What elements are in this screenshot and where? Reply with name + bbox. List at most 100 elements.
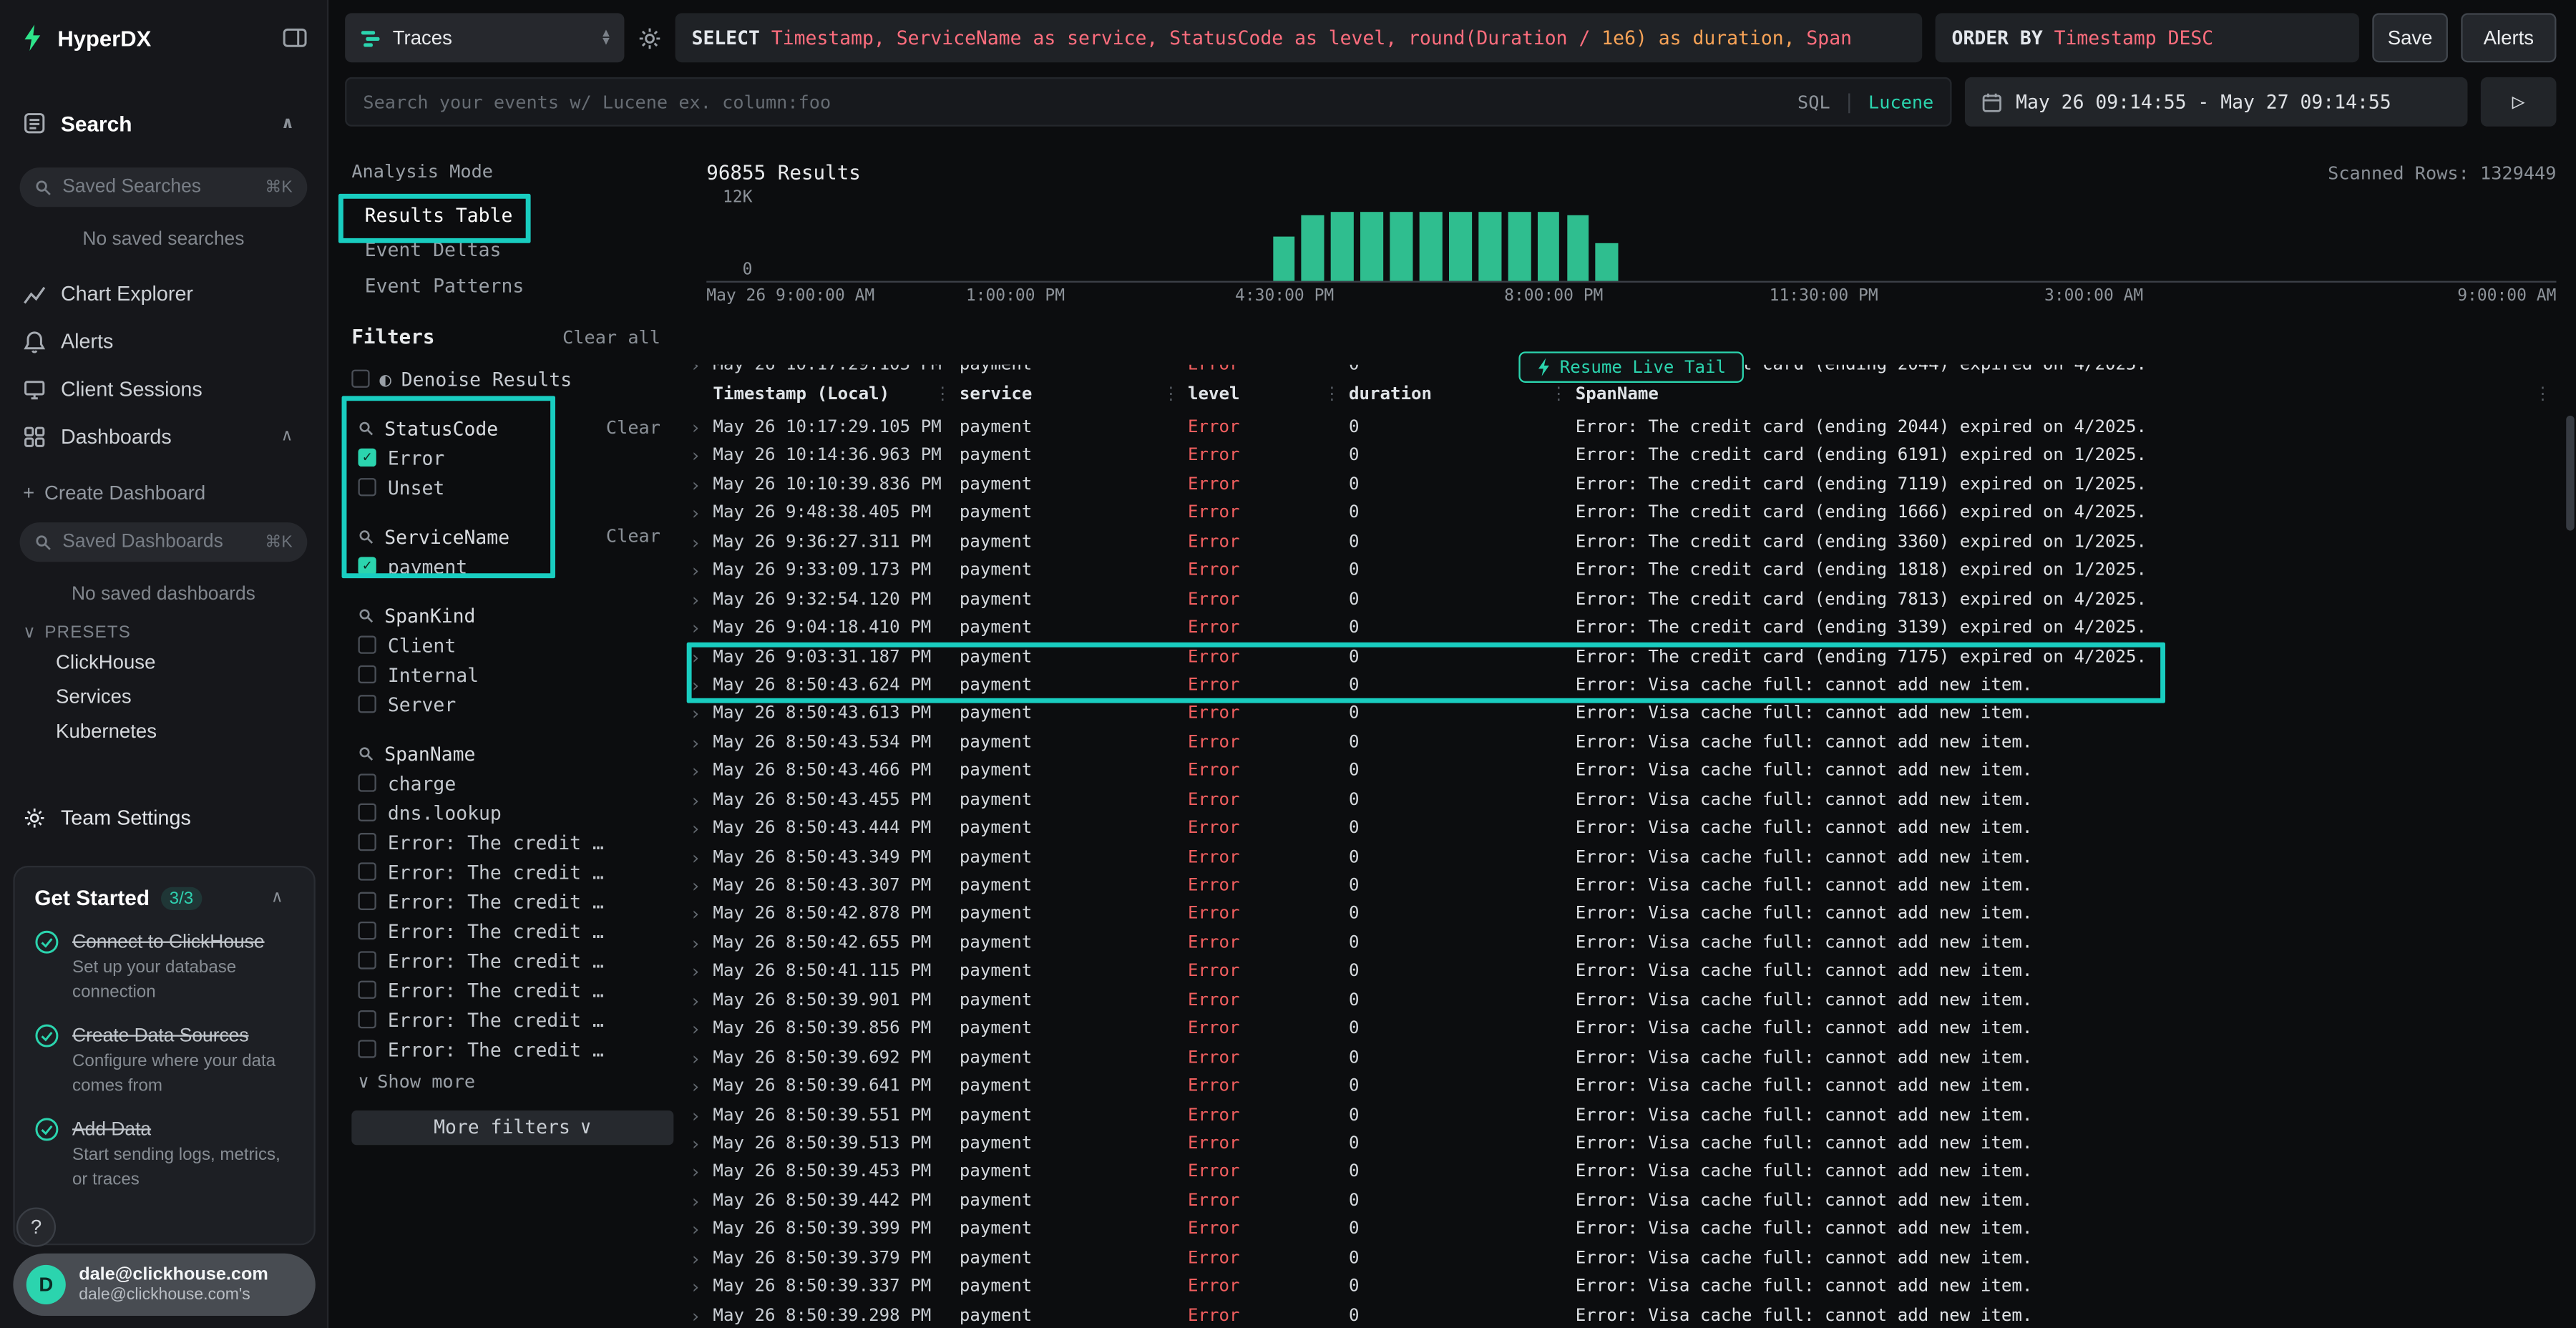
- expand-row-icon[interactable]: ›: [690, 672, 713, 700]
- sql-select-editor[interactable]: SELECT Timestamp, ServiceName as service…: [675, 13, 1923, 62]
- column-header-service[interactable]: service⋮: [960, 384, 1188, 404]
- expand-row-icon[interactable]: ›: [690, 758, 713, 786]
- filter-option[interactable]: Error: The credit card …: [351, 1005, 673, 1034]
- checkbox[interactable]: [351, 370, 369, 388]
- expand-row-icon[interactable]: ›: [690, 414, 713, 443]
- saved-dashboards-input[interactable]: Saved Dashboards ⌘K: [20, 522, 308, 562]
- checkbox[interactable]: [358, 478, 376, 496]
- table-row[interactable]: ›May 26 10:17:29.105 PMpaymentError0Erro…: [690, 414, 2560, 443]
- column-handle-icon[interactable]: ⋮: [1550, 384, 1567, 404]
- expand-row-icon[interactable]: ›: [690, 729, 713, 758]
- checkbox[interactable]: [358, 665, 376, 683]
- lucene-mode-toggle[interactable]: Lucene: [1868, 91, 1933, 112]
- expand-row-icon[interactable]: ›: [690, 987, 713, 1015]
- expand-row-icon[interactable]: ›: [690, 365, 713, 380]
- sql-mode-toggle[interactable]: SQL: [1797, 91, 1830, 112]
- expand-row-icon[interactable]: ›: [690, 929, 713, 958]
- filter-option[interactable]: Error: The credit card …: [351, 1034, 673, 1063]
- resume-live-tail-button[interactable]: Resume Live Tail: [1518, 351, 1744, 383]
- expand-row-icon[interactable]: ›: [690, 1073, 713, 1101]
- column-header-timestamp[interactable]: Timestamp (Local)⋮: [713, 384, 959, 404]
- column-header-level[interactable]: level⋮: [1188, 384, 1349, 404]
- table-row[interactable]: ›May 26 8:50:43.349 PMpaymentError0Error…: [690, 844, 2560, 872]
- filter-option[interactable]: dns.lookup: [351, 798, 673, 827]
- table-row[interactable]: ›May 26 8:50:43.613 PMpaymentError0Error…: [690, 700, 2560, 729]
- expand-row-icon[interactable]: ›: [690, 958, 713, 987]
- sql-orderby-editor[interactable]: ORDER BY Timestamp DESC: [1936, 13, 2359, 62]
- table-row[interactable]: ›May 26 8:50:41.115 PMpaymentError0Error…: [690, 958, 2560, 987]
- expand-row-icon[interactable]: ›: [690, 1101, 713, 1130]
- expand-row-icon[interactable]: ›: [690, 443, 713, 472]
- checkbox[interactable]: [358, 951, 376, 969]
- checkbox[interactable]: [358, 773, 376, 791]
- table-row[interactable]: ›May 26 10:10:39.836 PMpaymentError0Erro…: [690, 472, 2560, 500]
- sidebar-item-alerts[interactable]: Alerts: [0, 317, 327, 365]
- table-row[interactable]: ›May 26 8:50:42.655 PMpaymentError0Error…: [690, 929, 2560, 958]
- lucene-search-box[interactable]: SQL | Lucene: [345, 77, 1951, 127]
- sidebar-item-chart-explorer[interactable]: Chart Explorer: [0, 270, 327, 318]
- sidebar-item-team-settings[interactable]: Team Settings: [0, 794, 327, 843]
- column-handle-icon[interactable]: ⋮: [1323, 384, 1340, 404]
- more-filters-button[interactable]: More filters ∨: [351, 1110, 673, 1144]
- checkbox[interactable]: [358, 804, 376, 821]
- expand-row-icon[interactable]: ›: [690, 1216, 713, 1245]
- table-row[interactable]: ›May 26 10:14:36.963 PMpaymentError0Erro…: [690, 443, 2560, 472]
- mode-event-deltas[interactable]: Event Deltas: [351, 233, 673, 268]
- table-row[interactable]: ›May 26 8:50:43.455 PMpaymentError0Error…: [690, 786, 2560, 815]
- filter-group-name[interactable]: ServiceName: [384, 525, 509, 548]
- filter-option[interactable]: ✓Error: [351, 443, 673, 472]
- filter-group-name[interactable]: SpanName: [384, 742, 475, 765]
- get-started-item[interactable]: Add Data Start sending logs, metrics, or…: [34, 1117, 294, 1191]
- filter-option[interactable]: Error: The credit card …: [351, 856, 673, 886]
- help-button[interactable]: ?: [16, 1208, 56, 1247]
- table-row[interactable]: ›May 26 9:03:31.187 PMpaymentError0Error…: [690, 643, 2560, 672]
- mode-results-table[interactable]: Results Table: [351, 197, 673, 233]
- show-more-button[interactable]: ∨ Show more: [351, 1070, 673, 1093]
- expand-row-icon[interactable]: ›: [690, 1044, 713, 1073]
- checkbox[interactable]: [358, 833, 376, 851]
- table-row[interactable]: ›May 26 9:32:54.120 PMpaymentError0Error…: [690, 586, 2560, 615]
- table-row[interactable]: ›May 26 8:50:43.307 PMpaymentError0Error…: [690, 872, 2560, 901]
- column-header-spanname[interactable]: SpanName⋮: [1576, 384, 2560, 404]
- table-row[interactable]: ›May 26 8:50:39.379 PMpaymentError0Error…: [690, 1245, 2560, 1274]
- preset-item-kubernetes[interactable]: Kubernetes: [0, 713, 327, 747]
- filter-option[interactable]: Unset: [351, 472, 673, 502]
- table-row[interactable]: ›May 26 8:50:43.534 PMpaymentError0Error…: [690, 729, 2560, 758]
- histogram-plot[interactable]: [706, 194, 2556, 283]
- clear-all-button[interactable]: Clear all: [562, 326, 660, 348]
- run-query-button[interactable]: ▷: [2481, 77, 2557, 127]
- table-row[interactable]: ›May 26 8:50:39.399 PMpaymentError0Error…: [690, 1216, 2560, 1245]
- expand-row-icon[interactable]: ›: [690, 1188, 713, 1216]
- table-row[interactable]: ›May 26 8:50:42.878 PMpaymentError0Error…: [690, 901, 2560, 929]
- table-row[interactable]: ›May 26 8:50:43.624 PMpaymentError0Error…: [690, 672, 2560, 700]
- expand-row-icon[interactable]: ›: [690, 901, 713, 929]
- get-started-item[interactable]: Create Data Sources Configure where your…: [34, 1023, 294, 1097]
- filter-option[interactable]: Error: The credit card …: [351, 887, 673, 916]
- expand-row-icon[interactable]: ›: [690, 586, 713, 615]
- table-row[interactable]: ›May 26 9:48:38.405 PMpaymentError0Error…: [690, 500, 2560, 529]
- table-row[interactable]: ›May 26 8:50:39.513 PMpaymentError0Error…: [690, 1130, 2560, 1158]
- expand-row-icon[interactable]: ›: [690, 700, 713, 729]
- expand-row-icon[interactable]: ›: [690, 844, 713, 872]
- chevron-up-icon[interactable]: ∧: [281, 427, 304, 445]
- expand-row-icon[interactable]: ›: [690, 1274, 713, 1302]
- filter-option[interactable]: ✓payment: [351, 551, 673, 580]
- column-header-duration[interactable]: duration⋮: [1349, 384, 1576, 404]
- clear-filter-button[interactable]: Clear: [606, 417, 660, 439]
- table-row[interactable]: ›May 26 8:50:43.444 PMpaymentError0Error…: [690, 815, 2560, 844]
- table-row[interactable]: ›May 26 8:50:39.551 PMpaymentError0Error…: [690, 1101, 2560, 1130]
- expand-row-icon[interactable]: ›: [690, 1245, 713, 1274]
- presets-header[interactable]: ∨ PRESETS: [0, 621, 327, 644]
- expand-row-icon[interactable]: ›: [690, 1302, 713, 1328]
- checkbox[interactable]: [358, 695, 376, 713]
- filter-option[interactable]: Error: The credit card …: [351, 975, 673, 1005]
- sidebar-item-search[interactable]: Search ∧: [0, 99, 327, 148]
- chevron-up-icon[interactable]: ∧: [271, 889, 294, 907]
- filter-option[interactable]: charge: [351, 768, 673, 797]
- filter-option[interactable]: Server: [351, 689, 673, 718]
- saved-searches-input[interactable]: Saved Searches ⌘K: [20, 167, 308, 207]
- table-row[interactable]: ›May 26 8:50:39.901 PMpaymentError0Error…: [690, 987, 2560, 1015]
- table-row[interactable]: ›May 26 8:50:39.692 PMpaymentError0Error…: [690, 1044, 2560, 1073]
- preset-item-clickhouse[interactable]: ClickHouse: [0, 644, 327, 678]
- expand-row-icon[interactable]: ›: [690, 1130, 713, 1158]
